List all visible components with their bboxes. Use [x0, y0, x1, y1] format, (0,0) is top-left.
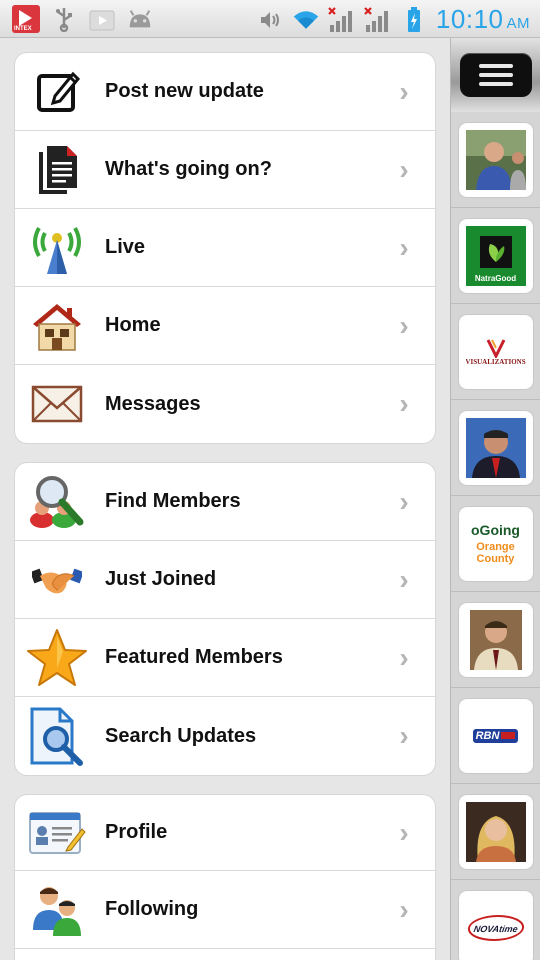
chevron-right-icon: › — [399, 75, 409, 107]
menu-area: Post new update › What's going on? › Liv… — [0, 38, 450, 960]
member-photo — [465, 801, 526, 862]
menu-group-account: Profile › Following › — [15, 795, 435, 960]
chevron-right-icon: › — [399, 641, 409, 673]
rail-thumb[interactable]: RBN — [451, 688, 540, 784]
menu-item-following[interactable]: Following › — [15, 871, 435, 949]
envelope-icon — [19, 366, 95, 442]
hamburger-icon-line — [478, 73, 513, 77]
member-photo — [465, 129, 526, 190]
hamburger-icon-line — [478, 82, 513, 86]
chevron-right-icon: › — [399, 816, 409, 848]
chevron-right-icon: › — [399, 563, 409, 595]
rail-thumb[interactable]: NOVAtime — [451, 880, 540, 960]
chevron-right-icon: › — [399, 893, 409, 925]
rail-thumb[interactable]: NatraGood — [451, 208, 540, 304]
menu-item-post-new-update[interactable]: Post new update › — [15, 53, 435, 131]
menu-item-live[interactable]: Live › — [15, 209, 435, 287]
hamburger-menu-button[interactable] — [459, 53, 532, 97]
partial-icon — [19, 949, 95, 960]
menu-item-just-joined[interactable]: Just Joined › — [15, 541, 435, 619]
usb-icon — [50, 5, 78, 33]
wifi-icon — [292, 6, 320, 34]
rail-thumb[interactable] — [451, 400, 540, 496]
rail-thumb[interactable]: oGoing Orange County — [451, 496, 540, 592]
magnifier-people-icon — [19, 464, 95, 540]
rail-thumb[interactable] — [451, 112, 540, 208]
chevron-right-icon: › — [399, 720, 409, 751]
menu-item-home[interactable]: Home › — [15, 287, 435, 365]
chevron-right-icon: › — [399, 309, 409, 341]
ogoing-logo: oGoing Orange County — [471, 521, 520, 565]
status-bar: INTEX 10:10 AM — [0, 0, 540, 38]
menu-item-find-members[interactable]: Find Members › — [15, 463, 435, 541]
visualizations-logo: VISUALIZATIONS — [466, 322, 526, 382]
menu-item-partial[interactable] — [15, 949, 435, 960]
menu-group-members: Find Members › Just Joined › Featured Me… — [15, 463, 435, 775]
menu-item-profile[interactable]: Profile › — [15, 795, 435, 871]
chevron-right-icon: › — [399, 231, 409, 263]
battery-charging-icon — [400, 6, 428, 34]
chevron-right-icon: › — [399, 388, 409, 419]
users-icon — [19, 872, 95, 948]
chevron-right-icon: › — [399, 153, 409, 185]
play-store-icon — [88, 5, 116, 33]
menu-item-featured-members[interactable]: Featured Members › — [15, 619, 435, 697]
right-rail: NatraGood VISUALIZATIONS oGoing Orange C… — [450, 38, 540, 960]
android-icon — [126, 5, 154, 33]
edit-icon — [19, 54, 95, 130]
documents-icon — [19, 132, 95, 208]
novatime-logo: NOVAtime — [465, 898, 526, 958]
signal-1-icon — [328, 6, 356, 34]
rail-thumb[interactable] — [451, 784, 540, 880]
clock: 10:10 AM — [435, 4, 530, 34]
document-search-icon — [19, 698, 95, 774]
handshake-icon — [19, 542, 95, 618]
signal-2-icon — [364, 6, 392, 34]
menu-item-search-updates[interactable]: Search Updates › — [15, 697, 435, 775]
house-icon — [19, 288, 95, 364]
star-icon — [19, 620, 95, 696]
menu-item-whats-going-on[interactable]: What's going on? › — [15, 131, 435, 209]
member-photo — [465, 417, 526, 478]
vibrate-icon — [256, 6, 284, 34]
member-photo — [466, 609, 526, 670]
natragood-logo: NatraGood — [465, 225, 526, 286]
id-card-icon — [19, 795, 95, 871]
rail-thumb[interactable]: VISUALIZATIONS — [451, 304, 540, 400]
rail-header — [451, 38, 540, 112]
chevron-right-icon: › — [399, 485, 409, 517]
hamburger-icon-line — [478, 64, 513, 68]
menu-group-main: Post new update › What's going on? › Liv… — [15, 53, 435, 443]
antenna-icon — [19, 210, 95, 286]
intex-app-icon: INTEX — [12, 5, 40, 33]
rail-thumb[interactable] — [451, 592, 540, 688]
rbn-logo: RBN — [466, 706, 526, 766]
menu-item-messages[interactable]: Messages › — [15, 365, 435, 443]
